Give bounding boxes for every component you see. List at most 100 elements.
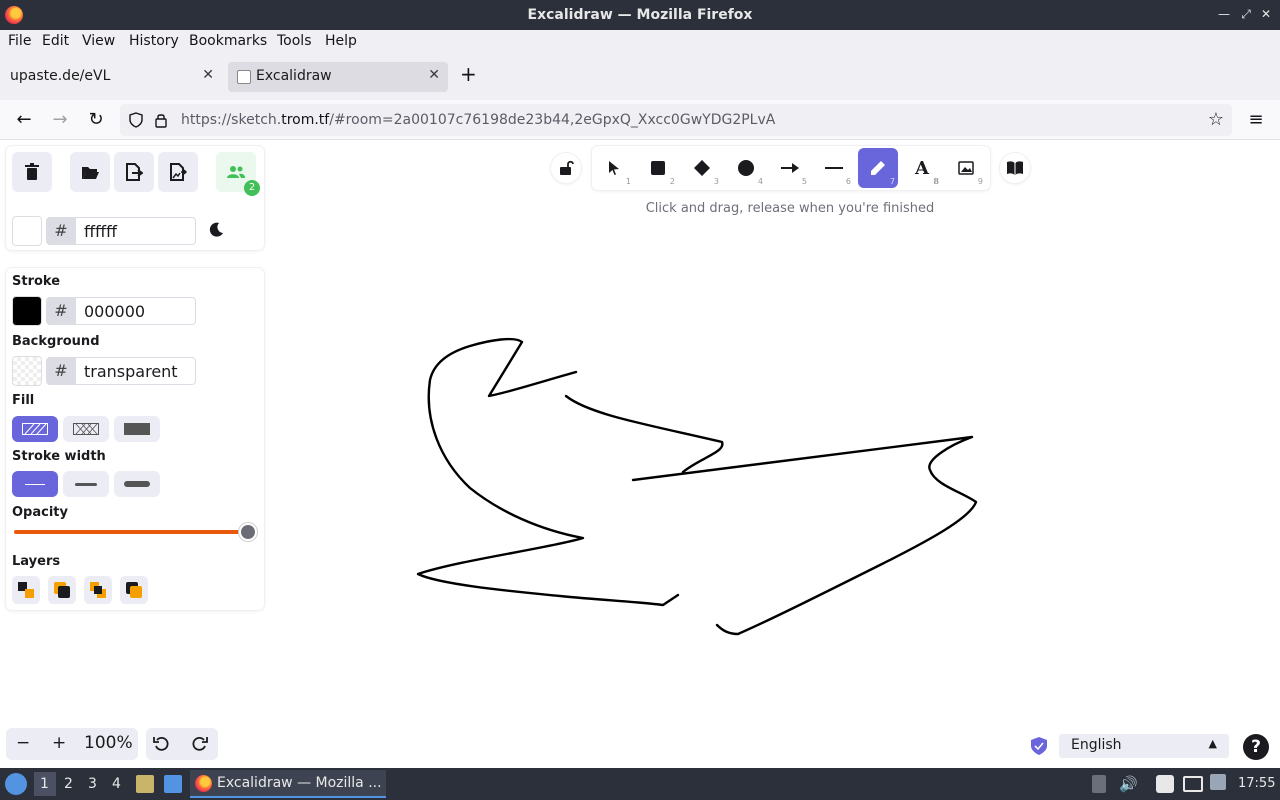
- menu-history[interactable]: History: [129, 33, 179, 49]
- start-menu-icon[interactable]: [5, 773, 27, 795]
- bring-forward-button[interactable]: [84, 576, 112, 604]
- save-button[interactable]: [114, 152, 154, 192]
- workspace-3[interactable]: 3: [88, 776, 97, 792]
- canvas-background-input[interactable]: ffffff: [76, 217, 196, 245]
- extra-bold-line-icon: [124, 481, 150, 487]
- lock-icon[interactable]: [154, 112, 168, 128]
- new-tab-icon[interactable]: +: [460, 62, 477, 86]
- tool-rectangle[interactable]: 2: [638, 148, 678, 188]
- hamburger-menu-icon[interactable]: ≡: [1244, 108, 1268, 132]
- opacity-slider-thumb[interactable]: [239, 523, 257, 541]
- hash-label: #: [46, 217, 76, 245]
- text-icon: A: [915, 157, 929, 179]
- menu-bookmarks[interactable]: Bookmarks: [189, 33, 267, 49]
- maximize-icon[interactable]: ⤢: [1238, 6, 1254, 22]
- moon-icon[interactable]: [208, 222, 224, 238]
- zoom-level[interactable]: 100%: [84, 733, 133, 753]
- forward-icon[interactable]: →: [48, 108, 72, 132]
- stroke-extra-bold-button[interactable]: [114, 471, 160, 497]
- send-backward-button[interactable]: [48, 576, 76, 604]
- fill-hachure-button[interactable]: [12, 416, 58, 442]
- desktop-icon[interactable]: [164, 775, 182, 793]
- tab-label: Excalidraw: [256, 68, 332, 84]
- users-icon: [227, 166, 245, 178]
- opacity-slider-track[interactable]: [14, 530, 250, 534]
- pencil-icon: [871, 161, 885, 175]
- tool-hint: Click and drag, release when you're fini…: [645, 201, 935, 216]
- lock-tool-button[interactable]: [551, 153, 581, 183]
- menu-file[interactable]: File: [8, 33, 31, 49]
- canvas-background-swatch[interactable]: [12, 216, 42, 246]
- send-to-back-button[interactable]: [12, 576, 40, 604]
- reload-icon[interactable]: ↻: [84, 108, 108, 132]
- menu-tools[interactable]: Tools: [277, 33, 312, 49]
- notification-icon[interactable]: [1210, 774, 1226, 790]
- notes-icon[interactable]: [1156, 775, 1174, 793]
- zoom-in-icon[interactable]: +: [52, 733, 66, 753]
- workspace-1[interactable]: 1: [40, 776, 49, 792]
- background-color-swatch[interactable]: [12, 356, 42, 386]
- bring-to-front-button[interactable]: [120, 576, 148, 604]
- volume-icon[interactable]: 🔊: [1119, 775, 1138, 793]
- close-tab-icon[interactable]: ✕: [428, 67, 440, 83]
- clear-canvas-button[interactable]: [12, 152, 52, 192]
- tool-text[interactable]: A 8: [902, 148, 942, 188]
- export-image-button[interactable]: [158, 152, 198, 192]
- tab-upaste[interactable]: upaste.de/eVL ✕: [0, 62, 222, 92]
- menu-view[interactable]: View: [82, 33, 115, 49]
- workspace-2[interactable]: 2: [64, 776, 73, 792]
- stroke-thin-button[interactable]: [12, 471, 58, 497]
- workspace-4[interactable]: 4: [112, 776, 121, 792]
- close-tab-icon[interactable]: ✕: [202, 67, 214, 83]
- file-manager-icon[interactable]: [136, 775, 154, 793]
- arrow-icon: [781, 163, 799, 173]
- tool-diamond[interactable]: 3: [682, 148, 722, 188]
- tool-image[interactable]: 9: [946, 148, 986, 188]
- help-button[interactable]: ?: [1243, 734, 1269, 760]
- encryption-shield-icon[interactable]: [1031, 737, 1047, 755]
- redo-icon[interactable]: [192, 736, 208, 752]
- network-icon[interactable]: [1183, 776, 1203, 792]
- window-titlebar: Excalidraw — Mozilla Firefox — ⤢ ✕: [0, 0, 1280, 30]
- background-label: Background: [12, 334, 100, 349]
- minimize-icon[interactable]: —: [1216, 6, 1232, 22]
- address-bar[interactable]: https://sketch.trom.tf/#room=2a00107c761…: [120, 104, 1232, 136]
- open-button[interactable]: [70, 152, 110, 192]
- library-button[interactable]: [1000, 153, 1030, 183]
- tab-excalidraw[interactable]: Excalidraw ✕: [228, 62, 448, 92]
- tool-draw[interactable]: 7: [858, 148, 898, 188]
- tool-selection[interactable]: 1: [594, 148, 634, 188]
- close-window-icon[interactable]: ✕: [1258, 6, 1274, 22]
- unlock-icon: [560, 160, 574, 175]
- tab-bar: upaste.de/eVL ✕ Excalidraw ✕: [0, 54, 1280, 100]
- export-image-icon: [170, 163, 187, 181]
- tool-arrow[interactable]: 5: [770, 148, 810, 188]
- shield-icon[interactable]: [128, 112, 144, 128]
- navigation-bar: ← → ↻ https://sketch.trom.tf/#room=2a001…: [0, 100, 1280, 140]
- stroke-color-input[interactable]: 000000: [76, 297, 196, 325]
- url-text[interactable]: https://sketch.trom.tf/#room=2a00107c761…: [181, 112, 775, 128]
- undo-icon[interactable]: [153, 736, 169, 752]
- tool-line[interactable]: 6: [814, 148, 854, 188]
- stroke-color-swatch[interactable]: [12, 296, 42, 326]
- stroke-label: Stroke: [12, 274, 61, 289]
- tool-ellipse[interactable]: 4: [726, 148, 766, 188]
- stroke-bold-button[interactable]: [63, 471, 109, 497]
- language-select[interactable]: English ▲: [1059, 734, 1229, 758]
- background-color-input[interactable]: transparent: [76, 357, 196, 385]
- fill-crosshatch-button[interactable]: [63, 416, 109, 442]
- send-to-back-icon: [18, 582, 34, 598]
- excalidraw-canvas[interactable]: 2 # ffffff Stroke # 000000 Background # …: [0, 140, 1280, 768]
- zoom-out-icon[interactable]: −: [16, 733, 30, 753]
- taskbar-firefox-task[interactable]: Excalidraw — Mozilla ...: [190, 770, 386, 798]
- bookmark-star-icon[interactable]: ☆: [1204, 108, 1228, 132]
- menu-help[interactable]: Help: [325, 33, 357, 49]
- collaborate-button[interactable]: 2: [216, 152, 260, 196]
- clipboard-icon[interactable]: [1092, 775, 1106, 793]
- fill-solid-button[interactable]: [114, 416, 160, 442]
- save-file-icon: [126, 163, 143, 181]
- menu-edit[interactable]: Edit: [42, 33, 69, 49]
- properties-panel: Stroke # 000000 Background # transparent…: [6, 268, 264, 610]
- stroke-width-label: Stroke width: [12, 449, 106, 464]
- back-icon[interactable]: ←: [12, 108, 36, 132]
